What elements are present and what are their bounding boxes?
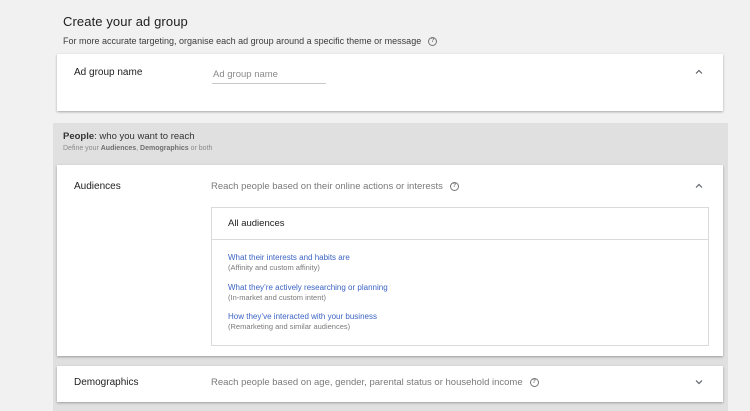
audiences-card: Audiences Reach people based on their on… [57,165,723,356]
audiences-description: Reach people based on their online actio… [211,181,459,192]
audiences-label: Audiences [74,181,121,192]
ad-group-name-input[interactable] [212,65,326,84]
people-desc-suffix: or both [188,145,213,152]
audience-option-sub: (Remarketing and similar audiences) [228,322,351,331]
audience-options-box: All audiences What their interests and h… [211,207,709,346]
audiences-description-text: Reach people based on their online actio… [211,181,443,192]
audience-option-remarketing[interactable]: How they’ve interacted with your busines… [228,312,377,331]
people-description: Define your Audiences, Demographics or b… [63,145,212,152]
page-subtitle-text: For more accurate targeting, organise ea… [63,36,422,46]
ad-group-name-card: Ad group name [57,54,723,111]
audience-option-affinity[interactable]: What their interests and habits are (Aff… [228,253,350,272]
people-desc-audiences: Audiences [100,145,137,152]
people-desc-demographics: Demographics [140,145,189,152]
help-icon[interactable]: ? [449,182,459,191]
help-icon[interactable]: ? [529,378,539,387]
people-heading-bold: People [63,131,95,142]
demographics-card[interactable]: Demographics Reach people based on age, … [57,366,723,402]
demographics-label: Demographics [74,377,139,388]
people-heading: People: who you want to reach [63,131,195,142]
audience-option-in-market[interactable]: What they’re actively researching or pla… [228,283,388,302]
demographics-description-text: Reach people based on age, gender, paren… [211,377,523,388]
page-subtitle: For more accurate targeting, organise ea… [63,36,438,46]
chevron-up-icon[interactable] [693,180,705,192]
page-title: Create your ad group [63,14,188,29]
help-icon[interactable]: ? [428,36,438,46]
people-desc-prefix: Define your [63,145,101,152]
audience-option-link[interactable]: What their interests and habits are [228,253,350,262]
ad-group-name-label: Ad group name [74,67,143,78]
audience-option-link[interactable]: How they’ve interacted with your busines… [228,312,377,321]
audience-option-link[interactable]: What they’re actively researching or pla… [228,283,388,292]
chevron-down-icon[interactable] [693,376,705,388]
demographics-description: Reach people based on age, gender, paren… [211,377,539,388]
audience-option-sub: (Affinity and custom affinity) [228,263,320,272]
all-audiences-header: All audiences [212,208,708,240]
chevron-up-icon[interactable] [693,66,705,78]
people-heading-rest: : who you want to reach [94,131,195,142]
audience-option-sub: (In-market and custom intent) [228,293,326,302]
page-header: Create your ad group For more accurate t… [63,14,438,46]
